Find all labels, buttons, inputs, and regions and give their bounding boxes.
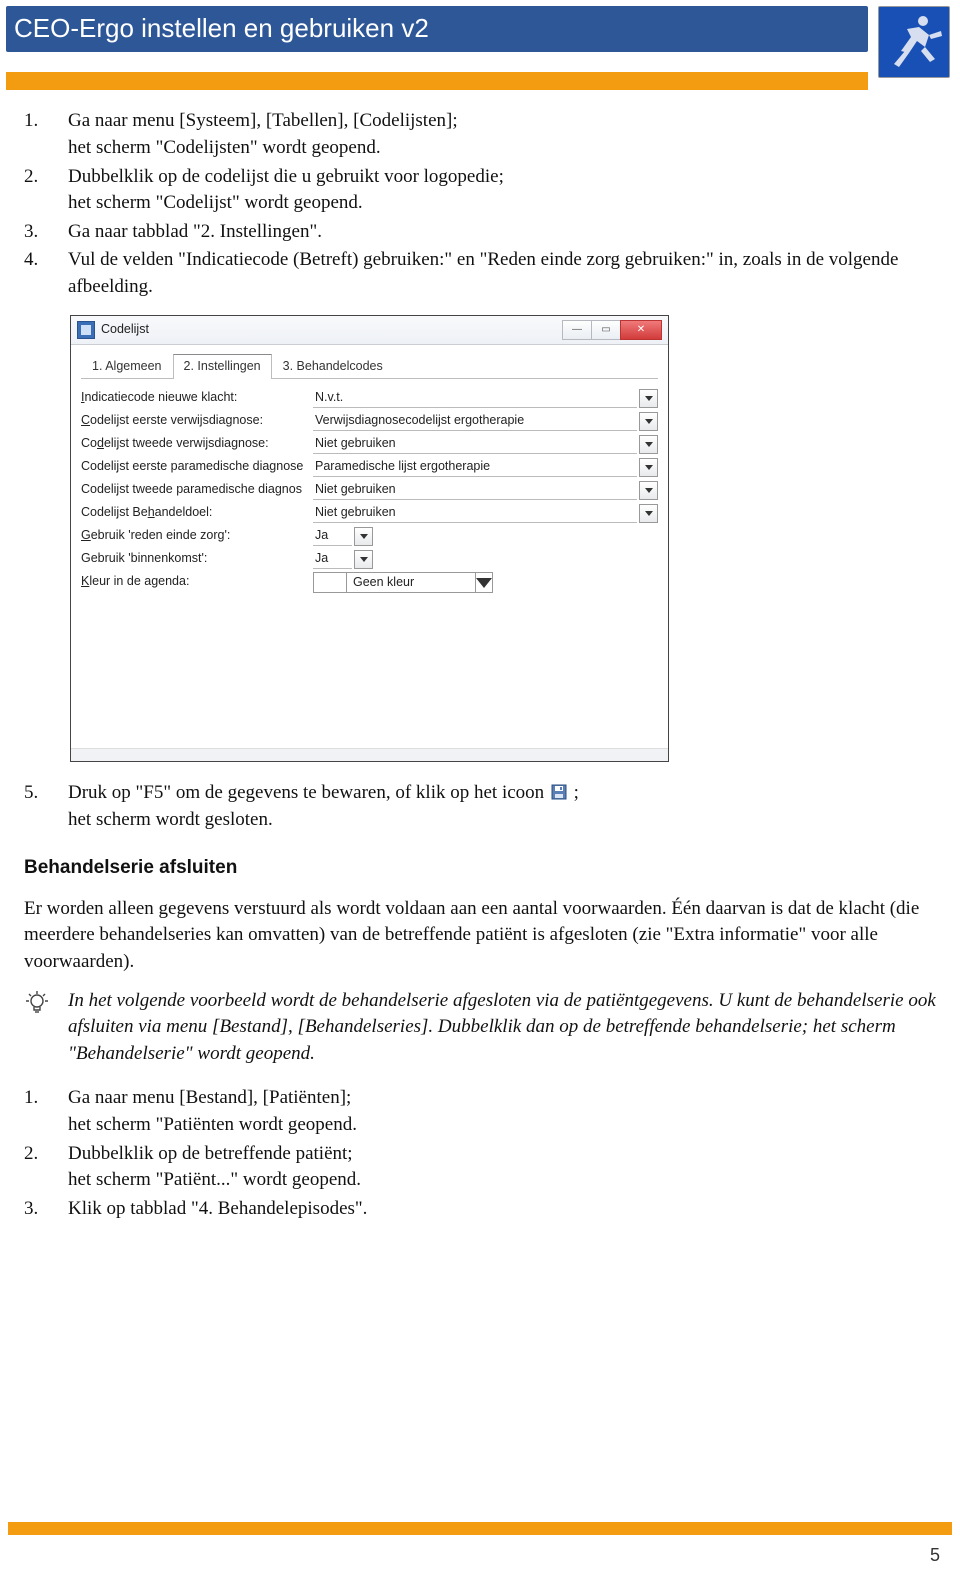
form-label: Codelijst Behandeldoel: — [81, 504, 313, 522]
window-minimize-button[interactable]: — — [562, 320, 592, 340]
form-label: Gebruik 'reden einde zorg': — [81, 527, 313, 545]
step-text: Dubbelklik op de codelijst die u gebruik… — [68, 164, 936, 217]
footer: 5 — [0, 1522, 960, 1582]
window-statusbar — [71, 748, 668, 761]
header-accent-bar — [6, 72, 868, 90]
app-icon — [77, 321, 95, 339]
dropdown-button[interactable] — [639, 504, 658, 523]
step-number: 3. — [24, 219, 68, 246]
form-row: Codelijst tweede paramedische diagnosNie… — [81, 479, 658, 501]
step-text: Klik op tabblad "4. Behandelepisodes". — [68, 1196, 936, 1223]
document-header: CEO-Ergo instellen en gebruiken v2 — [0, 0, 960, 90]
form-value[interactable]: Niet gebruiken — [313, 480, 637, 500]
step-text: ; — [574, 782, 579, 803]
form-row: Gebruik 'binnenkomst':Ja — [81, 548, 658, 570]
steps-list-a: 1.Ga naar menu [Systeem], [Tabellen], [C… — [24, 108, 936, 300]
form-row: Indicatiecode nieuwe klacht:N.v.t. — [81, 387, 658, 409]
form-value[interactable]: Niet gebruiken — [313, 503, 637, 523]
dropdown-button[interactable] — [639, 481, 658, 500]
color-value: Geen kleur — [347, 572, 476, 593]
page-number: 5 — [0, 1535, 960, 1582]
form-row: Gebruik 'reden einde zorg':Ja — [81, 525, 658, 547]
form-value[interactable]: Niet gebruiken — [313, 434, 637, 454]
step-number: 3. — [24, 1196, 68, 1223]
step-5: 5. Druk op "F5" om de gegevens te beware… — [24, 780, 936, 833]
step-number: 1. — [24, 108, 68, 161]
form-label: Codelijst tweede verwijsdiagnose: — [81, 435, 313, 453]
step-text: Druk op "F5" om de gegevens te bewaren, … — [68, 782, 544, 803]
form-value[interactable]: N.v.t. — [313, 388, 637, 408]
tip-block: In het volgende voorbeeld wordt de behan… — [24, 988, 936, 1068]
form-value[interactable]: Verwijsdiagnosecodelijst ergotherapie — [313, 411, 637, 431]
dropdown-button[interactable] — [639, 389, 658, 408]
step-number: 2. — [24, 164, 68, 217]
form-label: Indicatiecode nieuwe klacht: — [81, 389, 313, 407]
step-text: Ga naar menu [Systeem], [Tabellen], [Cod… — [68, 108, 936, 161]
tip-text: In het volgende voorbeeld wordt de behan… — [68, 988, 936, 1068]
step-text: Ga naar menu [Bestand], [Patiënten];het … — [68, 1085, 936, 1138]
step-number: 5. — [24, 780, 68, 833]
form-label: Codelijst eerste paramedische diagnose — [81, 458, 313, 476]
save-icon — [551, 782, 567, 798]
form-label: Gebruik 'binnenkomst': — [81, 550, 313, 568]
steps-list-b: 1.Ga naar menu [Bestand], [Patiënten];he… — [24, 1085, 936, 1222]
form-row-color: Kleur in de agenda: Geen kleur — [81, 571, 658, 593]
dropdown-button[interactable] — [639, 435, 658, 454]
page-title: CEO-Ergo instellen en gebruiken v2 — [6, 6, 868, 52]
form-value[interactable]: Ja — [313, 526, 352, 546]
color-swatch[interactable] — [313, 572, 347, 593]
paragraph: Er worden alleen gegevens verstuurd als … — [24, 896, 936, 976]
dropdown-button[interactable] — [639, 412, 658, 431]
form-label: Kleur in de agenda: — [81, 573, 313, 591]
footer-accent-bar — [8, 1522, 952, 1535]
lightbulb-icon — [24, 988, 68, 1068]
form-label: Codelijst tweede paramedische diagnos — [81, 481, 313, 499]
tab-strip: 1. Algemeen2. Instellingen3. Behandelcod… — [81, 353, 658, 380]
step-number: 2. — [24, 1141, 68, 1194]
step-text: Vul de velden "Indicatiecode (Betreft) g… — [68, 247, 936, 300]
dropdown-button[interactable] — [354, 527, 373, 546]
step-text: Dubbelklik op de betreffende patiënt;het… — [68, 1141, 936, 1194]
form-row: Codelijst eerste paramedische diagnosePa… — [81, 456, 658, 478]
form-value[interactable]: Ja — [313, 549, 352, 569]
embedded-screenshot: Codelijst — ▭ ✕ 1. Algemeen2. Instelling… — [70, 315, 669, 763]
window-title: Codelijst — [101, 321, 563, 339]
tab-2-instellingen[interactable]: 2. Instellingen — [173, 354, 272, 380]
logo-runner-icon — [878, 6, 950, 78]
form-row: Codelijst tweede verwijsdiagnose:Niet ge… — [81, 433, 658, 455]
tab-3-behandelcodes[interactable]: 3. Behandelcodes — [272, 354, 394, 380]
dropdown-button[interactable] — [354, 550, 373, 569]
step-text: het scherm wordt gesloten. — [68, 809, 273, 830]
section-heading: Behandelserie afsluiten — [24, 855, 936, 882]
form-value[interactable]: Paramedische lijst ergotherapie — [313, 457, 637, 477]
color-dropdown-button[interactable] — [476, 572, 493, 593]
window-close-button[interactable]: ✕ — [620, 320, 662, 340]
window-maximize-button[interactable]: ▭ — [591, 320, 621, 340]
step-text: Ga naar tabblad "2. Instellingen". — [68, 219, 936, 246]
window-titlebar: Codelijst — ▭ ✕ — [71, 316, 668, 345]
form-label: Codelijst eerste verwijsdiagnose: — [81, 412, 313, 430]
tab-1-algemeen[interactable]: 1. Algemeen — [81, 354, 173, 380]
form-row: Codelijst eerste verwijsdiagnose:Verwijs… — [81, 410, 658, 432]
dropdown-button[interactable] — [639, 458, 658, 477]
form-row: Codelijst Behandeldoel:Niet gebruiken — [81, 502, 658, 524]
step-number: 1. — [24, 1085, 68, 1138]
step-number: 4. — [24, 247, 68, 300]
